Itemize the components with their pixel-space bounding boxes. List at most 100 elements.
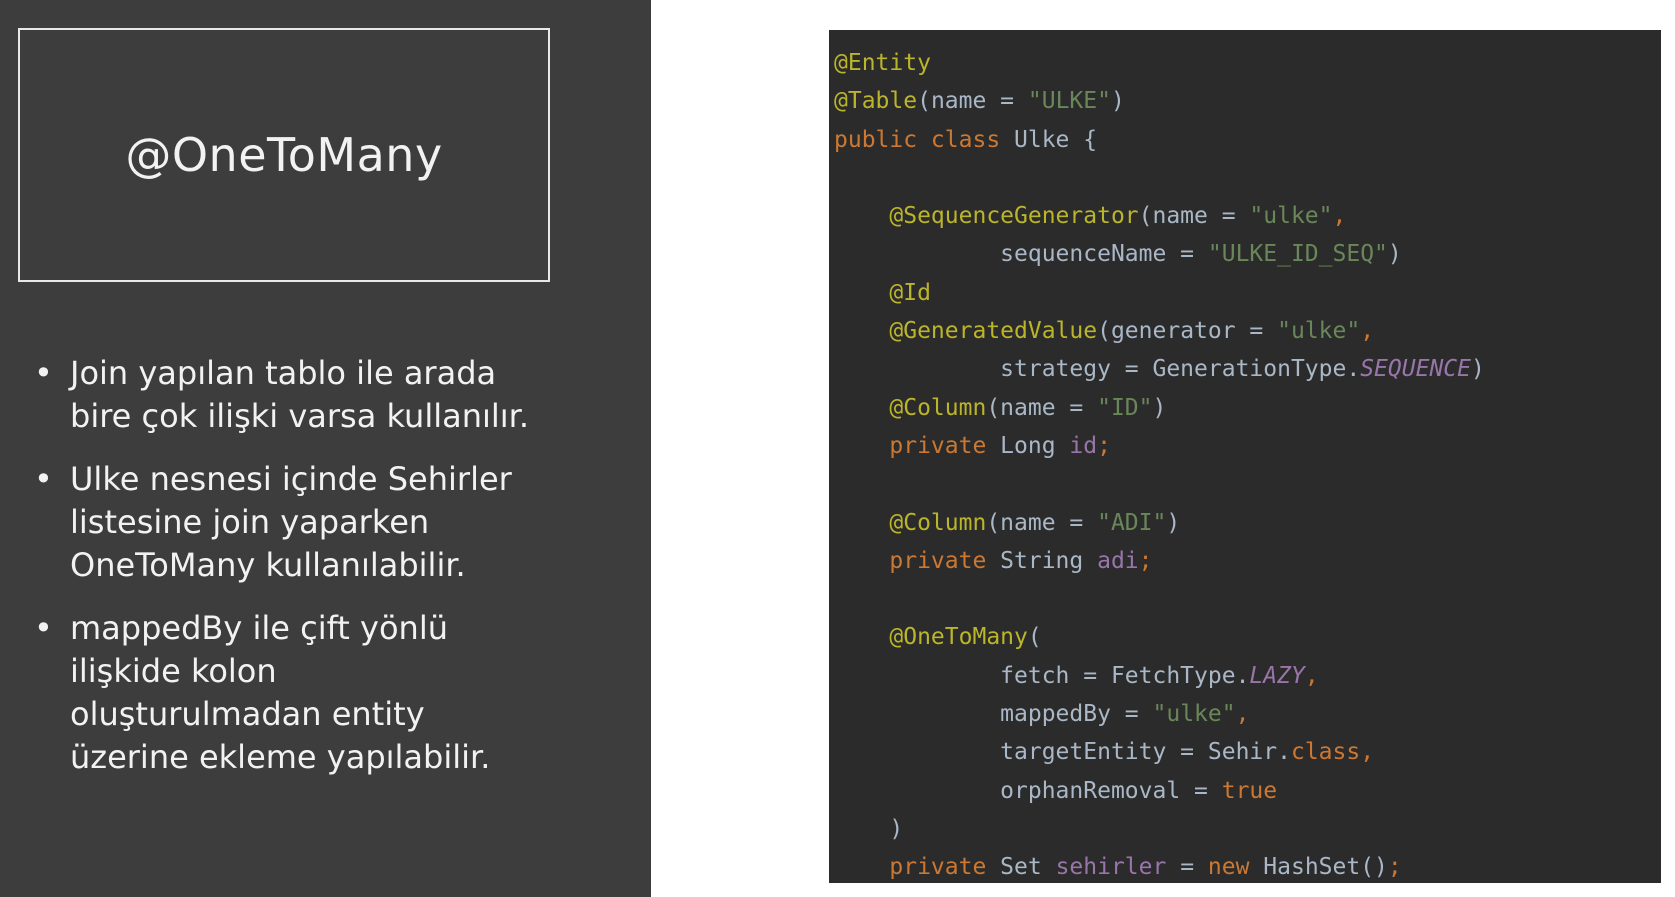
code-token: "ulke" <box>1249 203 1333 230</box>
slide: @OneToMany • Join yapılan tablo ile arad… <box>0 0 1675 897</box>
code-token: ; <box>1097 432 1111 459</box>
code-token: "ULKE" <box>1027 88 1111 115</box>
code-token: , <box>1235 701 1250 728</box>
code-token: SEQUENCE <box>1360 356 1471 383</box>
code-token: ) <box>1387 241 1402 268</box>
code-token: Long <box>1000 432 1070 459</box>
code-snippet: @Entity @Table(name = "ULKE") public class… <box>829 30 1661 883</box>
code-token: ; <box>1138 547 1153 574</box>
code-line: targetEntity = Sehir.class, <box>834 733 1485 771</box>
code-token: true <box>1221 777 1278 804</box>
code-token: ) <box>1166 509 1181 536</box>
bullet-text: OneToMany kullanılabilir. <box>70 546 466 584</box>
code-token: targetEntity = Sehir. <box>834 739 1291 766</box>
code-token: (generator = <box>1097 318 1278 345</box>
code-line: sequenceName = "ULKE_ID_SEQ") <box>834 235 1485 273</box>
code-token: sequenceName = <box>834 241 1208 268</box>
code-line: mappedBy = "ulke", <box>834 695 1485 733</box>
code-token: Set <box>1000 854 1056 881</box>
code-token: (name = <box>986 394 1098 421</box>
code-token: @OneToMany <box>889 624 1028 651</box>
code-token: "ulke" <box>1152 701 1236 728</box>
code-token: orphanRemoval = <box>834 777 1222 804</box>
code-token: @Id <box>889 279 931 306</box>
code-line: strategy = GenerationType.SEQUENCE) <box>834 350 1485 388</box>
code-line: ) <box>834 810 1485 848</box>
code-token: adi <box>1097 547 1139 574</box>
code-token: Ulke { <box>1014 126 1098 153</box>
code-token: "ADI" <box>1097 509 1167 536</box>
bullet-text: Join yapılan tablo ile arada <box>70 354 497 392</box>
code-token: @Column <box>889 509 987 536</box>
code-token: "ID" <box>1097 394 1153 421</box>
bullet-icon: • <box>34 354 53 392</box>
code-line: @SequenceGenerator(name = "ulke", <box>834 197 1485 235</box>
code-token: @GeneratedValue <box>889 318 1098 345</box>
code-line: @Entity <box>834 44 1485 82</box>
code-token: @Entity <box>834 50 931 76</box>
bullet-text: listesine join yaparken <box>70 503 430 541</box>
bullet-text: oluşturulmadan entity <box>70 695 425 733</box>
code-token: fetch = FetchType. <box>834 662 1250 689</box>
bullet-text: mappedBy ile çift yönlü <box>70 609 448 647</box>
code-token: ) <box>1152 394 1167 421</box>
code-line: @GeneratedValue(generator = "ulke", <box>834 312 1485 350</box>
code-token: mappedBy = <box>834 701 1153 728</box>
bullet-text: üzerine ekleme yapılabilir. <box>70 738 491 776</box>
bullet-icon: • <box>34 460 53 498</box>
code-token: "ulke" <box>1277 318 1361 345</box>
code-token: String <box>1000 547 1098 574</box>
code-line: @OneToMany( <box>834 618 1485 656</box>
code-token: strategy = GenerationType. <box>834 356 1361 383</box>
code-line: public class Ulke { <box>834 121 1485 159</box>
code-line: private Set sehirler = new HashSet(); <box>834 848 1485 886</box>
code-token: public class <box>834 126 1015 153</box>
bullet-text: Ulke nesnesi içinde Sehirler <box>70 460 512 498</box>
bullet-icon: • <box>34 609 53 647</box>
code-line: private String adi; <box>834 542 1485 580</box>
code-token: ) <box>1470 356 1485 383</box>
code-line: @Table(name = "ULKE") <box>834 82 1485 120</box>
bullet-item: • Join yapılan tablo ile arada bire çok … <box>34 352 634 438</box>
bullet-item: • mappedBy ile çift yönlü ilişkide kolon… <box>34 607 634 779</box>
code-token: new <box>1207 854 1264 881</box>
code-token: HashSet() <box>1263 854 1388 881</box>
code-line: fetch = FetchType.LAZY, <box>834 657 1485 695</box>
bullet-text: ilişkide kolon <box>70 652 277 690</box>
code-token: @SequenceGenerator <box>889 203 1139 230</box>
code-token: @Column <box>889 394 987 421</box>
code-token: @Table <box>834 88 918 115</box>
code-token: ) <box>1110 88 1125 115</box>
code-line: private Long id; <box>834 427 1485 465</box>
code-token: , <box>1360 318 1375 345</box>
bullet-text: bire çok ilişki varsa kullanılır. <box>70 397 530 435</box>
code-token: private <box>889 547 1001 574</box>
code-block: @Entity @Table(name = "ULKE") public class… <box>834 44 1485 887</box>
bullet-item: • Ulke nesnesi içinde Sehirler listesine… <box>34 458 634 587</box>
code-token: sehirler <box>1055 854 1167 881</box>
code-token: private <box>889 854 1001 881</box>
code-token: ; <box>1387 854 1402 881</box>
title-box: @OneToMany <box>18 28 550 282</box>
bullet-list: • Join yapılan tablo ile arada bire çok … <box>34 352 634 799</box>
code-token: "ULKE_ID_SEQ" <box>1207 241 1388 268</box>
code-token: ( <box>1027 624 1042 651</box>
code-line: @Column(name = "ADI") <box>834 504 1485 542</box>
code-token: (name = <box>986 509 1098 536</box>
code-token: , <box>1304 662 1319 689</box>
code-token: (name = <box>1138 203 1250 230</box>
code-token: class, <box>1290 739 1375 766</box>
slide-title: @OneToMany <box>125 128 443 182</box>
code-line: @Column(name = "ID") <box>834 389 1485 427</box>
code-token: private <box>889 432 1001 459</box>
